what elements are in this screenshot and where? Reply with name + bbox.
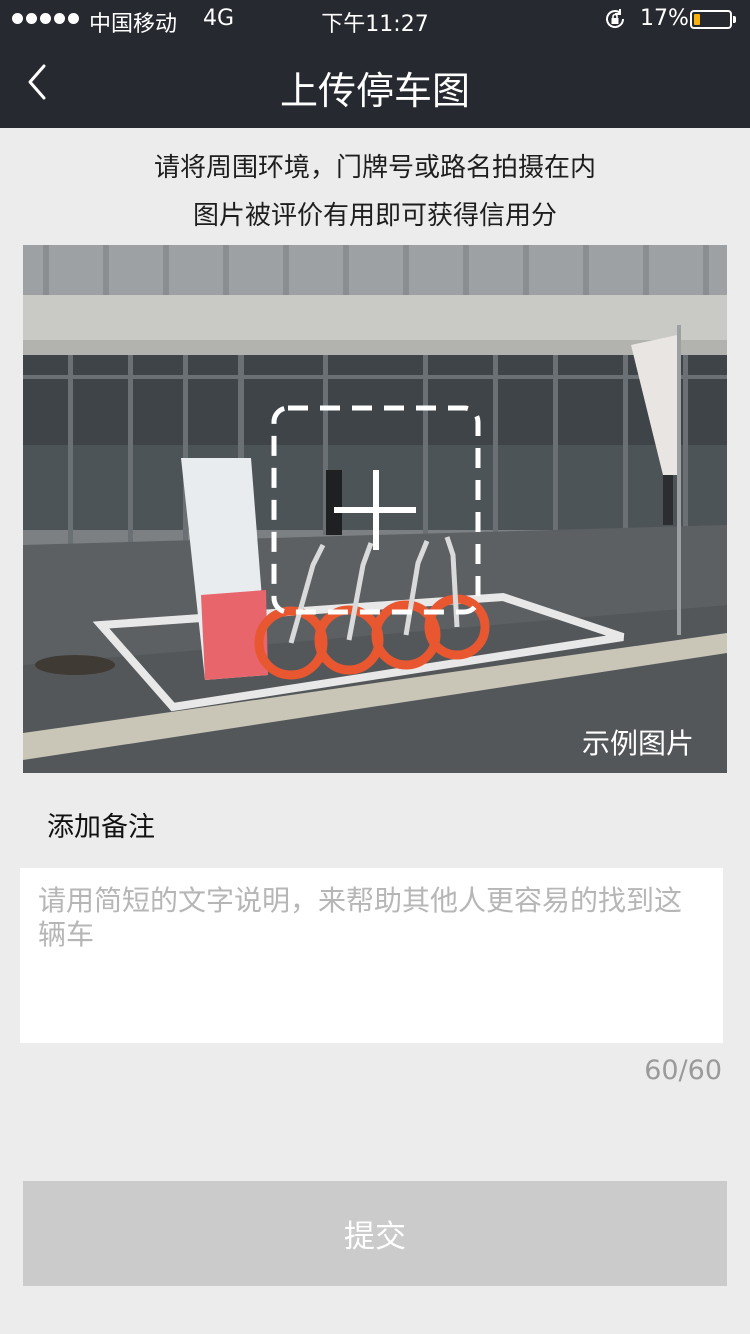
page-title: 上传停车图 xyxy=(279,69,470,113)
top-bar: 中国移动 4G 下午11:27 17% 上传停车图 xyxy=(0,0,750,128)
remark-input[interactable] xyxy=(20,868,723,1043)
remark-label: 添加备注 xyxy=(47,812,155,843)
status-time: 下午11:27 xyxy=(321,12,429,37)
instruction-line-2: 图片被评价有用即可获得信用分 xyxy=(192,201,557,231)
submit-button[interactable]: 提交 xyxy=(23,1181,727,1286)
instruction-line-1: 请将周围环境，门牌号或路名拍摄在内 xyxy=(153,153,596,183)
example-photo-label: 示例图片 xyxy=(582,727,695,760)
character-counter: 60/60 xyxy=(644,1055,722,1086)
add-photo-icon[interactable] xyxy=(271,405,481,615)
battery-fill xyxy=(694,14,700,25)
remark-field[interactable] xyxy=(20,868,723,1043)
battery-percent: 17% xyxy=(640,6,689,31)
rotation-lock-icon xyxy=(606,9,625,28)
status-bar: 中国移动 4G 下午11:27 17% xyxy=(0,0,750,40)
battery-icon xyxy=(690,10,736,29)
